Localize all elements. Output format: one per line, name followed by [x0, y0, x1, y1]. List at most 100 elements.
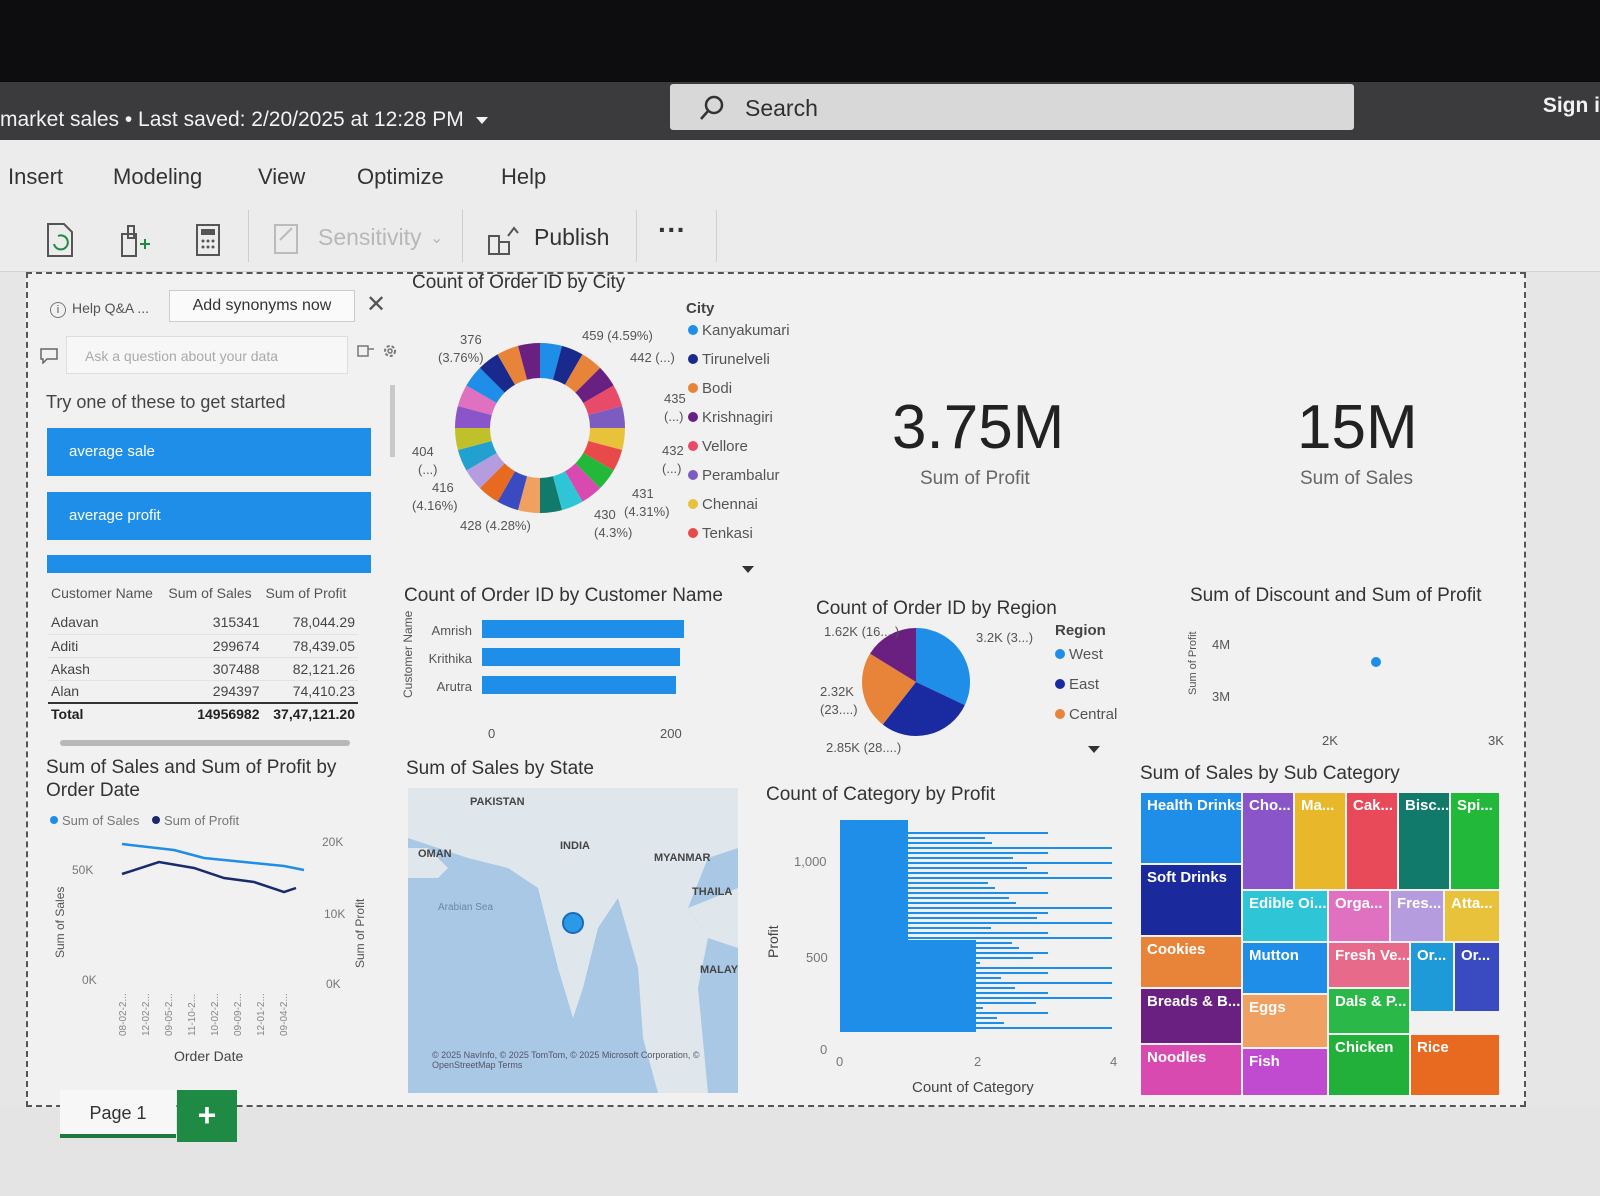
transform-data-icon[interactable]: [118, 222, 152, 258]
column-header[interactable]: Customer Name: [48, 583, 165, 611]
document-title[interactable]: market sales • Last saved: 2/20/2025 at …: [0, 108, 488, 132]
add-page-button[interactable]: +: [177, 1090, 237, 1142]
state-map[interactable]: PAKISTAN INDIA OMAN MYANMAR THAILA MALAY…: [408, 788, 738, 1093]
treemap-tile[interactable]: Health Drinks: [1140, 792, 1242, 864]
menu-insert[interactable]: Insert: [8, 164, 63, 190]
suggestion-average-sale[interactable]: average sale: [47, 428, 371, 476]
category-bar[interactable]: [908, 922, 1112, 924]
category-bar[interactable]: [908, 872, 1048, 874]
sign-in-button[interactable]: Sign i: [1543, 94, 1600, 118]
treemap-tile[interactable]: Cookies: [1140, 936, 1242, 988]
legend-item[interactable]: Bodi: [688, 380, 790, 409]
table-row[interactable]: Alan 294397 74,410.23: [48, 680, 358, 704]
category-bar[interactable]: [908, 847, 1112, 849]
close-icon[interactable]: ✕: [366, 290, 386, 319]
category-bar[interactable]: [908, 832, 1048, 834]
treemap-tile[interactable]: Breads & B...: [1140, 988, 1242, 1044]
category-bar[interactable]: [908, 842, 992, 844]
treemap-tile[interactable]: Atta...: [1444, 890, 1500, 942]
treemap-tile[interactable]: Fres...: [1390, 890, 1444, 942]
menu-optimize[interactable]: Optimize: [357, 164, 444, 190]
customer-bar[interactable]: [482, 620, 684, 638]
category-bar[interactable]: [908, 882, 988, 884]
legend-item[interactable]: Vellore: [688, 438, 790, 467]
convert-icon[interactable]: [357, 343, 375, 359]
profit-line[interactable]: [121, 860, 297, 894]
treemap-tile[interactable]: Cho...: [1242, 792, 1294, 890]
legend-item[interactable]: Sum of Sales: [62, 813, 140, 828]
table-scrollbar[interactable]: [60, 740, 350, 746]
add-synonyms-button[interactable]: Add synonyms now: [169, 290, 355, 322]
customer-bar[interactable]: [482, 648, 680, 666]
treemap-tile[interactable]: Spi...: [1450, 792, 1500, 890]
category-bar[interactable]: [908, 887, 995, 889]
category-bar[interactable]: [908, 837, 985, 839]
treemap-tile[interactable]: Or...: [1410, 942, 1454, 1012]
calculator-icon[interactable]: [194, 222, 222, 258]
treemap-tile[interactable]: Or...: [1454, 942, 1500, 1012]
treemap-tile[interactable]: Orga...: [1328, 890, 1390, 942]
legend-item[interactable]: Krishnagiri: [688, 409, 790, 438]
category-bar[interactable]: [908, 892, 1048, 894]
legend-item[interactable]: Kanyakumari: [688, 322, 790, 351]
legend-item[interactable]: West: [1055, 646, 1117, 676]
category-bar[interactable]: [908, 940, 976, 1032]
category-bar[interactable]: [908, 912, 1048, 914]
suggestion-item[interactable]: [47, 555, 371, 573]
chevron-down-icon[interactable]: [475, 116, 488, 124]
column-header[interactable]: Sum of Profit: [263, 583, 358, 611]
more-options-button[interactable]: ···: [658, 214, 686, 246]
data-point[interactable]: [1371, 657, 1381, 667]
category-bar[interactable]: [908, 852, 1048, 854]
treemap-tile[interactable]: Bisc...: [1398, 792, 1450, 890]
suggestion-average-profit[interactable]: average profit: [47, 492, 371, 540]
category-bar[interactable]: [908, 932, 1048, 934]
legend-item[interactable]: Chennai: [688, 496, 790, 525]
gear-icon[interactable]: [382, 343, 398, 359]
category-bar[interactable]: [908, 907, 1112, 909]
category-bar[interactable]: [908, 937, 1112, 939]
data-bubble[interactable]: [562, 912, 584, 934]
treemap-tile[interactable]: Mutton: [1242, 942, 1328, 994]
category-bar[interactable]: [908, 897, 1009, 899]
treemap-tile[interactable]: Soft Drinks: [1140, 864, 1242, 936]
category-bar[interactable]: [908, 917, 1037, 919]
category-bar[interactable]: [908, 927, 991, 929]
legend-item[interactable]: East: [1055, 676, 1117, 706]
treemap-tile[interactable]: Edible Oi...: [1242, 890, 1328, 942]
table-row[interactable]: Akash 307488 82,121.26: [48, 657, 358, 681]
publish-icon[interactable]: [486, 222, 520, 258]
treemap-tile[interactable]: Fish: [1242, 1048, 1328, 1096]
search-box[interactable]: Search: [670, 84, 1354, 130]
treemap-tile[interactable]: Ma...: [1294, 792, 1346, 890]
legend-item[interactable]: Perambalur: [688, 467, 790, 496]
category-bar[interactable]: [908, 862, 1112, 864]
legend-item[interactable]: Tenkasi: [688, 525, 790, 554]
treemap-tile[interactable]: Rice: [1410, 1034, 1500, 1096]
treemap-tile[interactable]: Noodles: [1140, 1044, 1242, 1096]
legend-item[interactable]: Tirunelveli: [688, 351, 790, 380]
treemap-tile[interactable]: Eggs: [1242, 994, 1328, 1048]
treemap-tile[interactable]: Chicken: [1328, 1034, 1410, 1096]
qa-question-input[interactable]: Ask a question about your data: [66, 336, 348, 374]
legend-item[interactable]: Central: [1055, 706, 1117, 736]
category-bar[interactable]: [908, 877, 1112, 879]
treemap-tile[interactable]: Cak...: [1346, 792, 1398, 890]
treemap-tile[interactable]: Fresh Ve...: [1328, 942, 1410, 988]
table-row[interactable]: Aditi 299674 78,439.05: [48, 634, 358, 658]
menu-view[interactable]: View: [258, 164, 305, 190]
category-bar[interactable]: [908, 867, 1027, 869]
column-header[interactable]: Sum of Sales: [165, 583, 262, 611]
customer-bar[interactable]: [482, 676, 676, 694]
legend-scroll-down-icon[interactable]: [1088, 746, 1100, 753]
qa-scrollbar[interactable]: [390, 385, 395, 457]
menu-help[interactable]: Help: [501, 164, 546, 190]
legend-item[interactable]: Sum of Profit: [164, 813, 240, 828]
menu-modeling[interactable]: Modeling: [113, 164, 202, 190]
category-bar[interactable]: [908, 857, 1013, 859]
treemap-tile[interactable]: Dals & P...: [1328, 988, 1410, 1034]
legend-scroll-down-icon[interactable]: [742, 566, 754, 573]
refresh-icon[interactable]: [44, 222, 76, 258]
qa-help-link[interactable]: i Help Q&A ...: [50, 300, 149, 318]
category-bar[interactable]: [840, 820, 908, 1032]
